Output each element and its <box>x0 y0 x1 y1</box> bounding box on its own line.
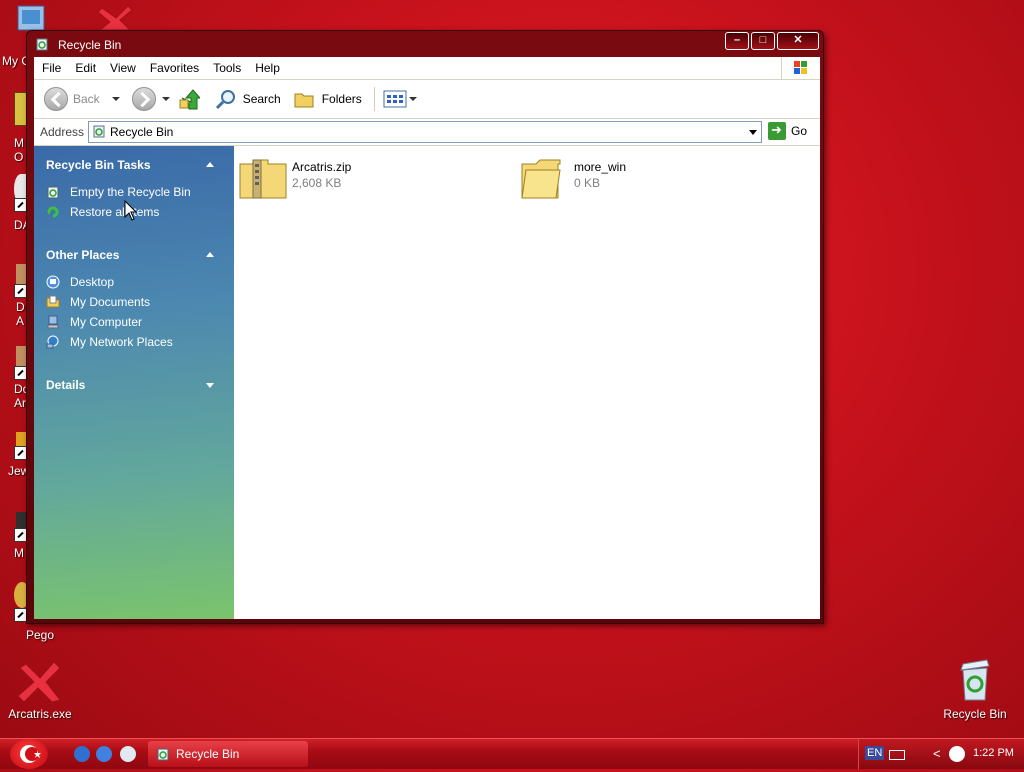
ie-quicklaunch-icon[interactable] <box>74 746 90 762</box>
minimize-button[interactable]: – <box>725 32 749 50</box>
up-arrow-icon <box>179 89 200 110</box>
desktop-label-7: M <box>14 546 24 560</box>
back-dropdown-icon[interactable] <box>111 97 120 101</box>
go-button[interactable]: Go <box>768 122 807 140</box>
menu-view[interactable]: View <box>104 61 142 75</box>
recycle-bin-window[interactable]: Recycle Bin – □ ✕ File Edit View Favorit… <box>26 30 824 624</box>
other-places-header[interactable]: Other Places <box>46 248 119 262</box>
empty-bin-icon <box>47 186 59 199</box>
zip-folder-icon <box>239 159 287 199</box>
window-client: File Edit View Favorites Tools Help Back <box>34 57 820 619</box>
arcatris-x-icon <box>17 661 61 703</box>
empty-recycle-bin-link[interactable]: Empty the Recycle Bin <box>46 185 191 199</box>
folders-icon <box>294 93 314 108</box>
desktop-label-pego: Pego <box>26 628 55 642</box>
toolbar: Back Search Folders <box>34 80 820 119</box>
views-button[interactable] <box>379 84 421 114</box>
address-dropdown-icon[interactable] <box>745 122 761 142</box>
desktop-quicklaunch-icon[interactable] <box>96 746 112 762</box>
address-label: Address <box>40 125 85 139</box>
close-button[interactable]: ✕ <box>777 32 819 50</box>
window-title: Recycle Bin <box>58 38 122 52</box>
address-value: Recycle Bin <box>110 125 174 139</box>
back-button[interactable]: Back <box>40 84 124 114</box>
folders-button[interactable]: Folders <box>289 84 366 114</box>
desktop-label-arcatris: Arcatris.exe <box>8 707 72 721</box>
recycle-bin-address-icon <box>93 125 105 138</box>
desktop-icon-recycle-bin[interactable]: Recycle Bin <box>935 656 1015 721</box>
collapse-places-icon[interactable] <box>206 252 214 257</box>
forward-dropdown-icon[interactable] <box>161 97 170 101</box>
recycle-bin-tasks-header[interactable]: Recycle Bin Tasks <box>46 158 151 172</box>
views-dropdown-icon <box>408 97 417 101</box>
restore-all-items-link[interactable]: Restore all items <box>46 205 159 219</box>
menu-tools[interactable]: Tools <box>207 61 247 75</box>
keyboard-icon[interactable] <box>889 750 905 760</box>
address-bar: Address Recycle Bin Go <box>34 119 820 146</box>
up-folder-button[interactable] <box>174 84 204 114</box>
windows-logo-icon <box>781 57 820 79</box>
my-network-places-link[interactable]: My Network Places <box>46 335 173 349</box>
go-label: Go <box>791 124 808 138</box>
taskbar-button-recycle-bin[interactable]: Recycle Bin <box>148 741 308 767</box>
taskbar: Recycle Bin EN < 1:22 PM <box>0 738 1024 769</box>
recycle-bin-task-icon <box>157 748 169 761</box>
red-x-icon <box>97 5 133 31</box>
recycle-bin-small-icon <box>36 38 48 51</box>
my-computer-link[interactable]: My Computer <box>46 315 142 329</box>
clock[interactable]: 1:22 PM <box>973 747 1014 759</box>
file-item[interactable]: more_win 0 KB <box>520 158 626 200</box>
address-input[interactable]: Recycle Bin <box>88 121 762 143</box>
search-button[interactable]: Search <box>210 84 285 114</box>
desktop-icon-arcatris-exe[interactable]: Arcatris.exe <box>0 660 80 721</box>
desktop-icon <box>46 275 60 289</box>
restore-icon <box>47 206 59 218</box>
go-arrow-icon <box>768 122 786 140</box>
expand-details-icon[interactable] <box>206 383 214 388</box>
toolbar-separator <box>373 87 375 111</box>
forward-arrow-icon <box>131 87 156 111</box>
network-places-icon <box>46 335 59 349</box>
folder-icon <box>521 159 561 199</box>
recycle-bin-icon <box>960 659 990 701</box>
desktop-label-2: MO <box>14 136 24 164</box>
file-item[interactable]: Arcatris.zip 2,608 KB <box>238 158 351 200</box>
desktop-link[interactable]: Desktop <box>46 275 114 289</box>
menu-file[interactable]: File <box>36 61 67 75</box>
tray-app-icon[interactable] <box>949 746 965 762</box>
views-icon <box>383 90 407 108</box>
language-indicator[interactable]: EN <box>865 746 885 760</box>
menu-help[interactable]: Help <box>249 61 286 75</box>
maximize-button[interactable]: □ <box>751 32 775 50</box>
back-arrow-icon <box>44 87 68 111</box>
file-size: 0 KB <box>574 176 601 190</box>
my-documents-icon <box>46 295 60 308</box>
collapse-tasks-icon[interactable] <box>206 162 214 167</box>
file-list: Arcatris.zip 2,608 KB more_win 0 KB <box>234 146 820 619</box>
my-documents-link[interactable]: My Documents <box>46 295 150 309</box>
menu-bar: File Edit View Favorites Tools Help <box>34 57 820 80</box>
taskbar-button-label: Recycle Bin <box>176 747 240 761</box>
file-name: Arcatris.zip <box>292 160 352 174</box>
media-player-quicklaunch-icon[interactable] <box>120 746 136 762</box>
menu-favorites[interactable]: Favorites <box>144 61 205 75</box>
file-name: more_win <box>574 160 627 174</box>
computer-icon <box>47 315 59 329</box>
details-header[interactable]: Details <box>46 378 85 392</box>
desktop-label-recycle-bin: Recycle Bin <box>943 707 1007 721</box>
title-bar[interactable]: Recycle Bin – □ ✕ <box>27 31 823 57</box>
search-icon <box>215 90 235 110</box>
mouse-cursor-icon <box>124 200 138 221</box>
desktop-x-icon-top[interactable] <box>96 4 136 31</box>
desktop-label-4: DA <box>16 300 25 328</box>
start-crescent-icon <box>20 745 41 763</box>
system-tray: EN < 1:22 PM <box>858 739 1024 769</box>
file-size: 2,608 KB <box>292 176 342 190</box>
start-button[interactable] <box>10 739 48 769</box>
forward-button[interactable] <box>128 84 174 114</box>
menu-edit[interactable]: Edit <box>69 61 102 75</box>
show-hidden-icons-chevron-icon[interactable]: < <box>933 746 941 761</box>
